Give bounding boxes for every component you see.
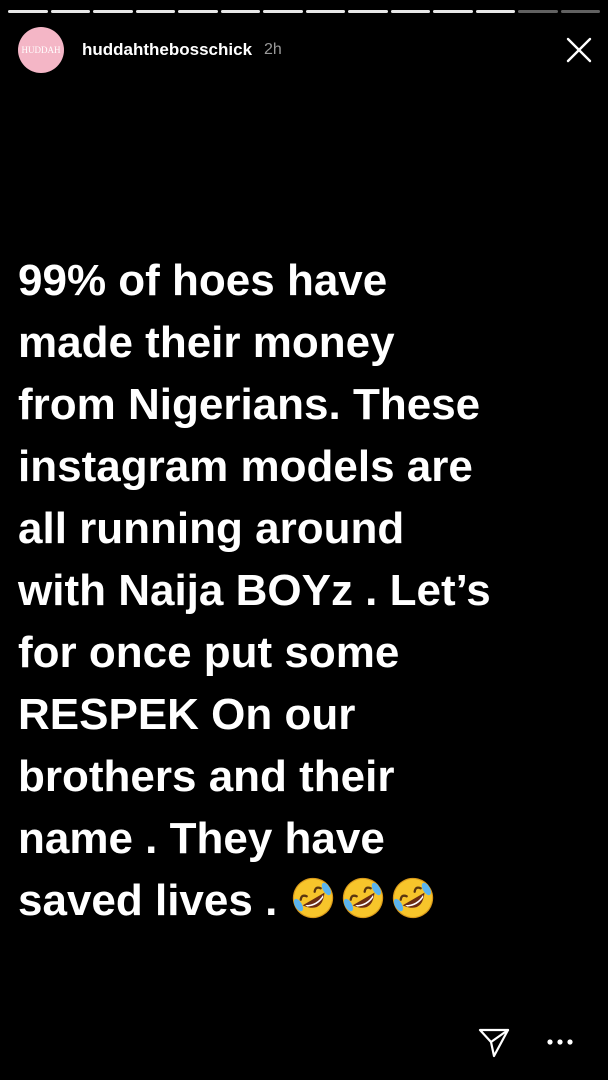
rolling-on-the-floor-laughing-emoji bbox=[342, 877, 383, 919]
avatar[interactable]: HUDDAH bbox=[18, 27, 64, 73]
progress-segment bbox=[220, 10, 260, 13]
story-footer bbox=[474, 1022, 580, 1062]
progress-segment bbox=[135, 10, 175, 13]
story-last-line: saved lives . bbox=[18, 870, 598, 932]
story-line: RESPEK On our bbox=[18, 690, 356, 739]
close-button[interactable] bbox=[564, 35, 594, 65]
story-line: 99% of hoes have bbox=[18, 256, 388, 305]
progress-segment bbox=[263, 10, 303, 13]
story-line: from Nigerians. These bbox=[18, 380, 481, 429]
avatar-text: HUDDAH bbox=[21, 45, 61, 55]
progress-segment bbox=[518, 10, 558, 13]
story-line: name . They have bbox=[18, 814, 385, 863]
more-options-icon bbox=[547, 1039, 573, 1045]
progress-segment bbox=[93, 10, 133, 13]
emoji-group bbox=[290, 875, 436, 921]
progress-segment bbox=[475, 10, 515, 13]
story-line: saved lives . bbox=[18, 876, 278, 925]
story-text: 99% of hoes have made their money from N… bbox=[18, 250, 598, 932]
progress-segment bbox=[348, 10, 388, 13]
progress-segment bbox=[178, 10, 218, 13]
progress-segment bbox=[560, 10, 600, 13]
story-line: all running around bbox=[18, 504, 405, 553]
progress-segment bbox=[50, 10, 90, 13]
close-icon bbox=[566, 37, 592, 63]
progress-segment bbox=[390, 10, 430, 13]
timestamp: 2h bbox=[264, 41, 282, 58]
username[interactable]: huddahthebosschick bbox=[82, 40, 252, 60]
story-line: for once put some bbox=[18, 628, 400, 677]
story-progress-bar bbox=[8, 10, 600, 13]
story-line: brothers and their bbox=[18, 752, 395, 801]
story-line: instagram models are bbox=[18, 442, 473, 491]
story-line: made their money bbox=[18, 318, 395, 367]
rolling-on-the-floor-laughing-emoji bbox=[292, 877, 333, 919]
story-line: with Naija BOYz . Let’s bbox=[18, 566, 491, 615]
progress-segment bbox=[433, 10, 473, 13]
rolling-on-the-floor-laughing-emoji bbox=[392, 877, 433, 919]
paper-plane-icon bbox=[478, 1028, 510, 1058]
story-header: HUDDAH huddahthebosschick 2h bbox=[18, 26, 594, 74]
send-button[interactable] bbox=[474, 1022, 514, 1062]
progress-segment bbox=[8, 10, 48, 13]
more-options-button[interactable] bbox=[540, 1022, 580, 1062]
progress-segment bbox=[305, 10, 345, 13]
